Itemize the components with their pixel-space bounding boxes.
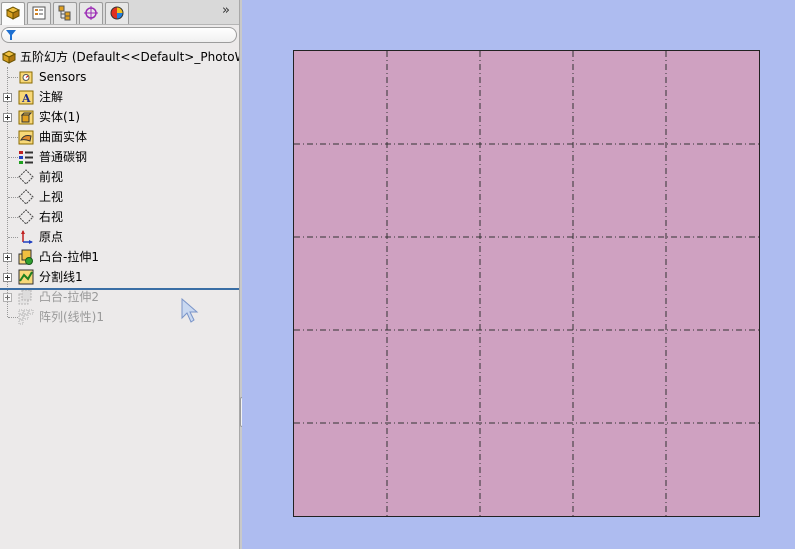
plane-icon: [18, 189, 34, 205]
tree-item-material[interactable]: 普通碳钢: [0, 147, 239, 167]
material-icon: [19, 151, 33, 164]
tree-item-label: 右视: [39, 210, 64, 224]
configuration-manager-icon: [58, 5, 71, 21]
tab-configuration-manager[interactable]: [53, 2, 77, 24]
tree-item-label: 五阶幻方 (Default<<Default>_PhotoWorks>: [20, 50, 239, 64]
tree-item-label: 前视: [39, 170, 64, 184]
tree-item-linear-pattern1[interactable]: 阵列(线性)1: [0, 307, 239, 327]
boss-extrude-icon: [18, 249, 33, 265]
solid-bodies-icon: [18, 110, 34, 125]
feature-manager-panel: » 五阶幻方 (Default<<Default>_PhotoWorks> Se…: [0, 0, 239, 549]
manager-tab-bar: »: [0, 0, 239, 25]
property-manager-icon: [32, 6, 46, 20]
expand-toggle[interactable]: [3, 113, 12, 122]
linear-pattern-icon: [18, 309, 34, 325]
plane-icon: [18, 169, 34, 185]
more-tabs-button[interactable]: »: [222, 4, 230, 18]
tree-connector-line: [8, 197, 18, 199]
expand-toggle[interactable]: [3, 273, 12, 282]
tree-connector-line: [8, 217, 18, 219]
tree-item-annotations[interactable]: A 注解: [0, 87, 239, 107]
tree-item-label: 凸台-拉伸1: [39, 250, 99, 264]
tree-item-label: Sensors: [39, 70, 87, 84]
split-line-icon: [18, 269, 34, 285]
tree-item-top-plane[interactable]: 上视: [0, 187, 239, 207]
surface-bodies-icon: [18, 130, 34, 145]
expand-toggle[interactable]: [3, 93, 12, 102]
boss-extrude-icon: [18, 289, 32, 305]
tree-item-label: 注解: [39, 90, 64, 104]
tree-item-label: 上视: [39, 190, 64, 204]
feature-tree-icon: [5, 6, 21, 20]
magic-square-face[interactable]: [293, 50, 760, 517]
tree-item-part[interactable]: 五阶幻方 (Default<<Default>_PhotoWorks>: [0, 47, 239, 67]
tree-item-label: 阵列(线性)1: [39, 310, 104, 324]
tree-item-right-plane[interactable]: 右视: [0, 207, 239, 227]
tree-connector-line: [8, 177, 18, 179]
tree-connector-line: [8, 77, 18, 79]
tree-item-label: 实体(1): [39, 110, 80, 124]
tree-item-front-plane[interactable]: 前视: [0, 167, 239, 187]
tree-item-label: 分割线1: [39, 270, 83, 284]
tree-item-label: 凸台-拉伸2: [39, 290, 99, 304]
tree-item-label: 曲面实体: [39, 130, 88, 144]
display-manager-icon: [110, 6, 124, 20]
feature-filter-input[interactable]: [1, 27, 237, 43]
tree-connector-line: [8, 237, 18, 239]
expand-toggle[interactable]: [3, 253, 12, 262]
tab-display-manager[interactable]: [105, 2, 129, 24]
tree-item-split-line1[interactable]: 分割线1: [0, 267, 239, 287]
tree-item-solid-bodies[interactable]: 实体(1): [0, 107, 239, 127]
split-line-grid: [294, 51, 759, 516]
tree-item-origin[interactable]: 原点: [0, 227, 239, 247]
svg-text:A: A: [21, 92, 31, 105]
expand-toggle[interactable]: [3, 293, 12, 302]
tab-dimxpert-manager[interactable]: [79, 2, 103, 24]
tree-connector-line: [8, 137, 18, 139]
tree-item-label: 普通碳钢: [39, 150, 88, 164]
tree-item-label: 原点: [39, 230, 64, 244]
tree-item-sensors[interactable]: Sensors: [0, 67, 239, 87]
tree-item-boss-extrude2[interactable]: 凸台-拉伸2: [0, 287, 239, 307]
tab-property-manager[interactable]: [27, 2, 51, 24]
sensors-icon: [19, 71, 33, 84]
tree-item-boss-extrude1[interactable]: 凸台-拉伸1: [0, 247, 239, 267]
annotations-icon: A: [18, 90, 34, 105]
filter-icon: [6, 30, 16, 40]
plane-icon: [18, 209, 34, 225]
tree-item-surface-bodies[interactable]: 曲面实体: [0, 127, 239, 147]
dimxpert-icon: [84, 6, 98, 20]
tab-feature-manager[interactable]: [1, 2, 25, 25]
part-icon: [1, 50, 17, 64]
tree-connector-line: [8, 317, 18, 319]
origin-icon: [21, 230, 33, 244]
tree-connector-line: [8, 157, 18, 159]
cursor-pointer-icon: [181, 298, 199, 323]
rollback-bar[interactable]: [0, 288, 239, 290]
